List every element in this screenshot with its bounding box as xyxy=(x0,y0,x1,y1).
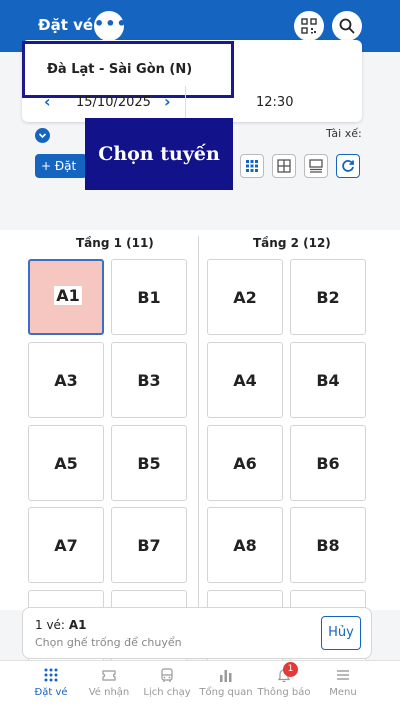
choose-route-overlay[interactable]: Chọn tuyến xyxy=(85,118,233,190)
date-value[interactable]: 15/10/2025 xyxy=(76,95,151,110)
seat-label: B2 xyxy=(316,288,340,307)
ticket-icon xyxy=(101,667,117,683)
bottom-navigation: Đặt vé Vé nhận Lịch chạy Tổng quan Thông… xyxy=(0,660,400,711)
chevron-left-icon[interactable]: ‹ xyxy=(44,92,51,111)
seat-label: A8 xyxy=(233,536,257,555)
seat-label: A6 xyxy=(233,454,257,473)
seat-label: B7 xyxy=(137,536,161,555)
seat-b6[interactable]: B6 xyxy=(290,425,366,501)
seat-label: A2 xyxy=(233,288,257,307)
seat-a4[interactable]: A4 xyxy=(207,342,283,418)
seat-label: B6 xyxy=(316,454,340,473)
seat-b5[interactable]: B5 xyxy=(111,425,187,501)
grid-small-icon[interactable] xyxy=(240,154,264,178)
floor-1-title: Tầng 1 (11) xyxy=(76,236,154,250)
nav-item-ve-nhan[interactable]: Vé nhận xyxy=(76,661,142,711)
selection-panel: 1 vé: A1 Chọn ghế trống để chuyển Hủy xyxy=(22,607,372,659)
add-booking-button[interactable]: + Đặt xyxy=(35,154,87,178)
seat-grid-icon xyxy=(43,667,59,683)
seat-a6[interactable]: A6 xyxy=(207,425,283,501)
date-picker: ‹ 15/10/2025 › xyxy=(32,92,184,114)
grid-large-icon[interactable] xyxy=(272,154,296,178)
seat-label: A1 xyxy=(54,286,82,305)
bar-chart-icon xyxy=(218,667,234,683)
nav-label: Thông báo xyxy=(257,687,311,698)
seat-b2[interactable]: B2 xyxy=(290,259,366,335)
list-view-icon[interactable] xyxy=(304,154,328,178)
nav-label: Lịch chạy xyxy=(143,687,191,698)
page-title: Đặt vé xyxy=(38,16,94,34)
nav-item-tong-quan[interactable]: Tổng quan xyxy=(193,661,259,711)
nav-item-menu[interactable]: Menu xyxy=(310,661,376,711)
time-value[interactable]: 12:30 xyxy=(256,95,293,110)
seat-a8[interactable]: A8 xyxy=(207,507,283,583)
bus-icon xyxy=(159,667,175,683)
seat-label: A4 xyxy=(233,371,257,390)
seat-label: A3 xyxy=(54,371,78,390)
search-icon[interactable] xyxy=(332,11,362,41)
selected-ticket-text: 1 vé: A1 xyxy=(35,618,86,632)
menu-icon xyxy=(335,667,351,683)
selected-seat-code: A1 xyxy=(68,618,87,632)
notification-badge: 1 xyxy=(283,662,298,677)
seat-label: B3 xyxy=(137,371,161,390)
ticket-count: 1 vé: xyxy=(35,618,65,632)
seat-label: A5 xyxy=(54,454,78,473)
driver-label: Tài xế: xyxy=(326,127,362,140)
seat-a3[interactable]: A3 xyxy=(28,342,104,418)
nav-label: Đặt vé xyxy=(34,687,68,698)
seat-b8[interactable]: B8 xyxy=(290,507,366,583)
nav-label: Tổng quan xyxy=(199,687,253,698)
route-name: Đà Lạt - Sài Gòn (N) xyxy=(47,62,193,77)
chevron-down-icon[interactable] xyxy=(35,128,50,143)
refresh-icon[interactable] xyxy=(336,154,360,178)
chevron-right-icon[interactable]: › xyxy=(164,92,171,111)
seat-label: B4 xyxy=(316,371,340,390)
seat-a2[interactable]: A2 xyxy=(207,259,283,335)
move-seat-hint: Chọn ghế trống để chuyển xyxy=(35,636,182,649)
seat-label: A7 xyxy=(54,536,78,555)
seat-a1[interactable]: A1 xyxy=(28,259,104,335)
divider xyxy=(185,86,186,118)
seat-a5[interactable]: A5 xyxy=(28,425,104,501)
route-selector[interactable]: Đà Lạt - Sài Gòn (N) xyxy=(22,41,234,98)
seat-a7[interactable]: A7 xyxy=(28,507,104,583)
seat-b1[interactable]: B1 xyxy=(111,259,187,335)
nav-label: Vé nhận xyxy=(88,687,130,698)
floor-divider xyxy=(198,236,199,610)
seat-label: B8 xyxy=(316,536,340,555)
seat-b4[interactable]: B4 xyxy=(290,342,366,418)
more-dots-icon[interactable]: ••• xyxy=(94,11,127,41)
nav-item-lich-chay[interactable]: Lịch chạy xyxy=(134,661,200,711)
floor-2-title: Tầng 2 (12) xyxy=(253,236,331,250)
seat-label: B1 xyxy=(137,288,161,307)
qr-code-icon[interactable] xyxy=(294,11,324,41)
seat-b7[interactable]: B7 xyxy=(111,507,187,583)
seat-label: B5 xyxy=(137,454,161,473)
nav-label: Menu xyxy=(329,687,357,698)
nav-item-dat-ve[interactable]: Đặt vé xyxy=(18,661,84,711)
seat-b3[interactable]: B3 xyxy=(111,342,187,418)
cancel-button[interactable]: Hủy xyxy=(321,616,361,650)
